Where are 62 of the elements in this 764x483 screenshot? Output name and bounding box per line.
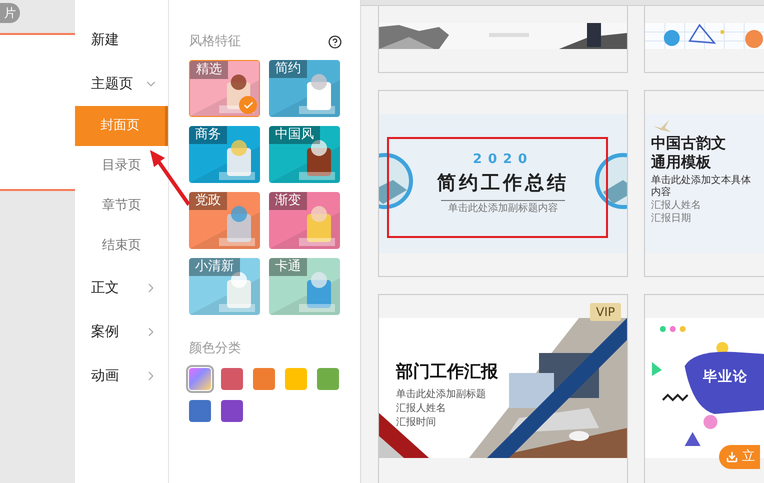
style-tile[interactable]: 渐变 (269, 192, 340, 249)
slide-preview[interactable] (0, 33, 75, 191)
menu-item[interactable]: 动画 (75, 354, 168, 398)
style-tile[interactable]: 小清新 (189, 258, 260, 315)
slide-thumbnail[interactable]: 中国古韵文 通用模板 单击此处添加文本具体内容 汇报人姓名 汇报日期 (645, 114, 764, 253)
menu-item[interactable]: 正文 (75, 266, 168, 310)
slide-text: 汇报人姓名 (651, 200, 702, 212)
color-swatch[interactable] (221, 400, 243, 422)
template-card[interactable] (378, 6, 628, 73)
tile-label: 中国风 (269, 126, 320, 144)
submenu-item[interactable]: 结束页 (75, 226, 168, 266)
slide-text: 汇报日期 (651, 213, 692, 225)
ring-drawing (379, 152, 413, 210)
style-tile[interactable]: 卡通 (269, 258, 340, 315)
slide-title: 毕业论 (703, 368, 748, 386)
style-tile[interactable]: 党政 (189, 192, 260, 249)
template-card[interactable]: 毕业论 立 (644, 294, 764, 483)
slide-year: 2020 (472, 153, 534, 166)
tile-label: 简约 (269, 60, 307, 78)
tile-label: 小清新 (189, 258, 240, 276)
slide-title: 通用模板 (651, 153, 712, 172)
tile-label: 渐变 (269, 192, 307, 210)
style-tile[interactable]: 中国风 (269, 126, 340, 183)
crane-icon (651, 118, 673, 134)
style-tile[interactable]: 商务 (189, 126, 260, 183)
template-card[interactable]: 2020 简约工作总结 单击此处添加副标题内容 (378, 90, 628, 277)
tile-label: 卡通 (269, 258, 307, 276)
section-title: 颜色分类 (189, 340, 242, 358)
slide-text: 汇报时间 (396, 418, 437, 428)
menu-item[interactable]: 案例 (75, 310, 168, 354)
submenu-item[interactable]: 目录页 (75, 146, 168, 186)
style-tile[interactable]: 简约 (269, 60, 340, 117)
slide-title: 简约工作总结 (437, 174, 569, 193)
download-icon (726, 451, 738, 463)
color-swatch[interactable] (189, 368, 211, 390)
color-swatch[interactable] (221, 368, 243, 390)
vip-badge: VIP (590, 303, 621, 321)
color-swatch[interactable] (189, 400, 211, 422)
slide-title: 中国古韵文 (651, 134, 727, 153)
help-icon[interactable] (328, 35, 342, 49)
slide-subtitle: 单击此处添加文本具体内容 (651, 175, 751, 199)
color-swatch[interactable] (285, 368, 307, 390)
template-card[interactable]: 中国古韵文 通用模板 单击此处添加文本具体内容 汇报人姓名 汇报日期 (644, 90, 764, 277)
tile-label: 商务 (189, 126, 227, 144)
slide-thumbnail[interactable]: 2020 简约工作总结 单击此处添加副标题内容 (379, 114, 627, 253)
slide-text: 汇报人姓名 (396, 404, 447, 414)
template-card[interactable]: 部门工作汇报 单击此处添加副标题 汇报人姓名 汇报时间 VIP (378, 294, 628, 483)
slide-subtitle: 单击此处添加副标题 (396, 390, 487, 400)
section-title: 风格特征 (189, 33, 241, 52)
menu-item[interactable]: 主题页 (75, 62, 168, 106)
slide-subtitle: 单击此处添加副标题内容 (448, 204, 558, 214)
pointer-arrow (150, 150, 190, 206)
slide-title: 部门工作汇报 (396, 361, 499, 384)
color-swatch[interactable] (253, 368, 275, 390)
tile-label: 党政 (189, 192, 227, 210)
slide-thumbnail[interactable]: 部门工作汇报 单击此处添加副标题 汇报人姓名 汇报时间 (379, 318, 627, 458)
slide-tab-label: 片 (0, 3, 20, 23)
color-swatch[interactable] (317, 368, 339, 390)
style-tile[interactable]: 精选 (189, 60, 260, 117)
tile-label: 精选 (190, 61, 228, 79)
submenu-item[interactable]: 章节页 (75, 186, 168, 226)
menu-item[interactable]: 新建 (75, 18, 168, 62)
